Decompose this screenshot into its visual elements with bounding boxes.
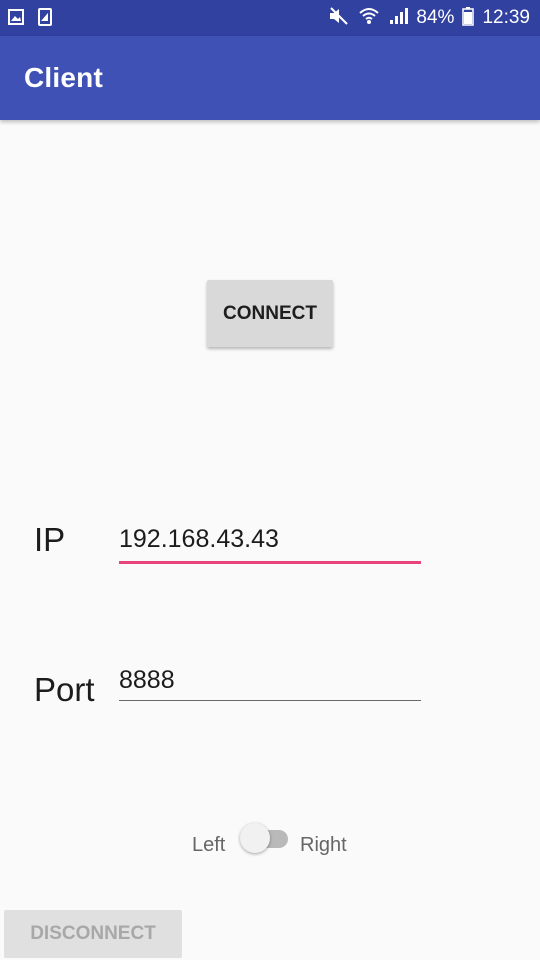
screenshot-icon xyxy=(38,8,52,31)
ip-input[interactable]: 192.168.43.43 xyxy=(119,525,421,564)
battery-icon xyxy=(462,6,475,31)
port-input[interactable]: 8888 xyxy=(119,666,421,701)
switch-left-label: Left xyxy=(192,834,226,856)
wifi-icon xyxy=(358,6,380,31)
status-left-icons xyxy=(8,8,52,31)
image-icon xyxy=(8,8,24,31)
signal-icon xyxy=(388,6,409,31)
app-title: Client xyxy=(24,62,103,93)
clock: 12:39 xyxy=(482,7,530,28)
connect-button[interactable]: CONNECT xyxy=(207,280,333,347)
ip-label: IP xyxy=(34,521,66,558)
port-label: Port xyxy=(34,671,95,708)
mute-icon xyxy=(328,6,350,31)
battery-percent: 84% xyxy=(416,7,455,28)
status-bar: 84% 12:39 xyxy=(0,0,540,36)
direction-switch-thumb[interactable] xyxy=(240,823,270,853)
status-right: 84% 12:39 xyxy=(328,0,530,36)
app-bar: Client xyxy=(0,36,540,120)
disconnect-button[interactable]: DISCONNECT xyxy=(4,910,182,958)
switch-right-label: Right xyxy=(300,834,347,856)
